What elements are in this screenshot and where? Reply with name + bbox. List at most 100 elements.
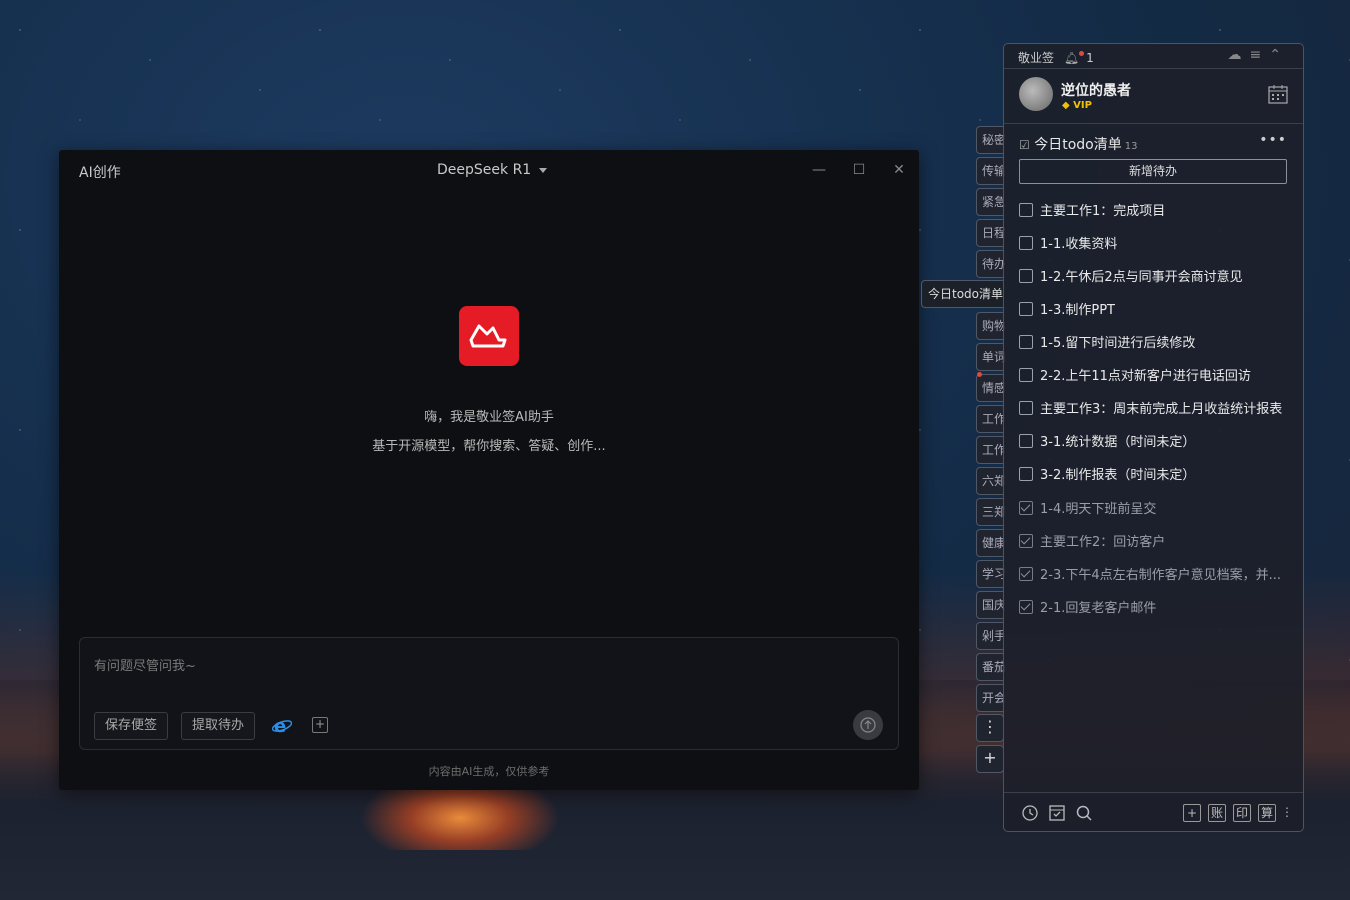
print-icon[interactable]: 印 [1233,804,1251,822]
todo-item: 1-2.午休后2点与同事开会商讨意见 [1019,266,1243,288]
todo-checkbox[interactable] [1019,203,1033,217]
todo-text: 1-1.收集资料 [1040,237,1118,252]
todo-checkbox-checked[interactable] [1019,600,1033,614]
add-attachment-icon[interactable]: + [312,717,328,733]
chat-input-box: 保存便签 提取待办 e + [79,637,899,750]
model-name: DeepSeek R1 [437,162,532,178]
clock-icon[interactable] [1021,804,1039,822]
todo-checkbox[interactable] [1019,236,1033,250]
side-tab[interactable]: 传输 [976,157,1005,185]
avatar[interactable] [1019,77,1053,111]
add-tab-button[interactable]: + [976,745,1004,773]
panel-header: 敬业签 🔔︎ 1 [1018,49,1094,66]
vip-badge: ◆ VIP [1062,100,1092,111]
collapse-icon[interactable]: ⌃ [1269,47,1289,63]
model-dropdown[interactable]: DeepSeek R1 [437,162,548,178]
list-count: 13 [1124,141,1138,152]
chat-input[interactable] [92,653,886,687]
chevron-down-icon [539,167,548,173]
list-header: ☑ 今日todo清单 13 [1019,134,1137,154]
ai-creation-window: AI创作 DeepSeek R1 — ☐ ✕ 嗨，我是敬业签AI助手 基于开源模… [59,150,919,790]
assistant-greeting: 嗨，我是敬业签AI助手 [424,410,554,425]
close-button[interactable]: ✕ [889,160,909,180]
notification-count: 1 [1086,51,1094,65]
more-tabs-button[interactable]: ⋮ [976,714,1004,742]
side-tab[interactable]: 健康 [976,529,1005,557]
todo-checkbox-checked[interactable] [1019,501,1033,515]
todo-text: 1-5.留下时间进行后续修改 [1040,336,1196,351]
side-tab[interactable]: 开会 [976,684,1005,712]
todo-item-done: 1-4.明天下班前呈交 [1019,498,1156,520]
side-tab[interactable]: 国庆 [976,591,1005,619]
todo-checkbox[interactable] [1019,269,1033,283]
todo-item: 2-2.上午11点对新客户进行电话回访 [1019,365,1251,387]
todo-checkbox[interactable] [1019,335,1033,349]
header-icons: ☁≡⌃ [1228,47,1289,63]
todo-checkbox[interactable] [1019,368,1033,382]
todo-text: 主要工作1：完成项目 [1040,204,1166,219]
todo-checkbox[interactable] [1019,467,1033,481]
side-tab-active[interactable]: 今日todo清单 [921,280,1005,308]
unread-dot [977,372,982,377]
side-tab[interactable]: 日程 [976,219,1005,247]
send-button[interactable] [853,710,883,740]
cloud-sync-icon[interactable]: ☁ [1228,47,1250,63]
todo-text: 1-2.午休后2点与同事开会商讨意见 [1040,270,1243,285]
todo-item-done: 2-1.回复老客户邮件 [1019,597,1156,619]
side-tab[interactable]: 六郑 [976,467,1005,495]
todo-checkbox[interactable] [1019,434,1033,448]
save-note-button[interactable]: 保存便签 [94,712,169,740]
todo-checkbox-checked[interactable] [1019,534,1033,548]
side-tab[interactable]: 秘密 [976,126,1005,154]
new-todo-button[interactable]: 新增待办 [1019,159,1287,184]
todo-text: 2-3.下午4点左右制作客户意见档案，并... [1040,568,1282,583]
divider [1004,792,1303,793]
notification-dot [1079,51,1085,56]
menu-icon[interactable]: ≡ [1250,47,1270,63]
todo-text: 1-4.明天下班前呈交 [1040,502,1157,517]
assistant-subtitle: 基于开源模型，帮你搜索、答疑、创作... [372,439,606,454]
side-tab[interactable]: 待办 [976,250,1005,278]
side-tab[interactable]: 剁手 [976,622,1005,650]
todo-text: 3-2.制作报表（时间未定） [1040,468,1196,483]
search-icon[interactable] [1075,804,1093,822]
todo-checkbox[interactable] [1019,302,1033,316]
list-check-icon: ☑ [1019,138,1030,152]
side-tab[interactable]: 三郑 [976,498,1005,526]
divider [1004,68,1303,69]
app-name: 敬业签 [1018,51,1055,65]
bell-icon[interactable]: 🔔︎ [1064,51,1085,65]
todo-checkbox-checked[interactable] [1019,567,1033,581]
todo-item: 3-1.统计数据（时间未定） [1019,431,1195,453]
todo-text: 1-3.制作PPT [1040,303,1115,318]
todo-item: 1-5.留下时间进行后续修改 [1019,332,1195,354]
side-tab[interactable]: 番茄 [976,653,1005,681]
side-tab[interactable]: 学习 [976,560,1005,588]
todo-checkbox[interactable] [1019,401,1033,415]
side-tab[interactable]: 紧急 [976,188,1005,216]
todo-text: 主要工作3：周末前完成上月收益统计报表 [1040,402,1283,417]
side-tab[interactable]: 购物 [976,312,1005,340]
more-options-icon[interactable]: ••• [1259,132,1287,148]
completed-list-icon[interactable] [1048,804,1066,822]
account-icon[interactable]: 账 [1208,804,1226,822]
list-title: 今日todo清单 [1034,137,1122,153]
side-tab[interactable]: 单词 [976,343,1005,371]
vip-label: VIP [1073,100,1092,111]
disclaimer: 内容由AI生成，仅供参考 [428,765,550,778]
add-note-icon[interactable]: + [1183,804,1201,822]
todo-item: 3-2.制作报表（时间未定） [1019,464,1195,486]
web-search-icon[interactable]: e [271,715,293,737]
todo-text: 主要工作2：回访客户 [1040,535,1166,550]
maximize-button[interactable]: ☐ [849,160,869,180]
side-tab[interactable]: 工作 [976,405,1005,433]
extract-todo-button[interactable]: 提取待办 [181,712,256,740]
side-tab[interactable]: 情感 [976,374,1005,402]
minimize-button[interactable]: — [809,160,829,180]
more-vertical-icon[interactable]: ⋮ [1278,804,1296,822]
todo-item: 主要工作1：完成项目 [1019,200,1165,222]
calculator-icon[interactable]: 算 [1258,804,1276,822]
calendar-icon[interactable] [1268,84,1288,104]
side-tab[interactable]: 工作 [976,436,1005,464]
divider [1004,123,1303,124]
